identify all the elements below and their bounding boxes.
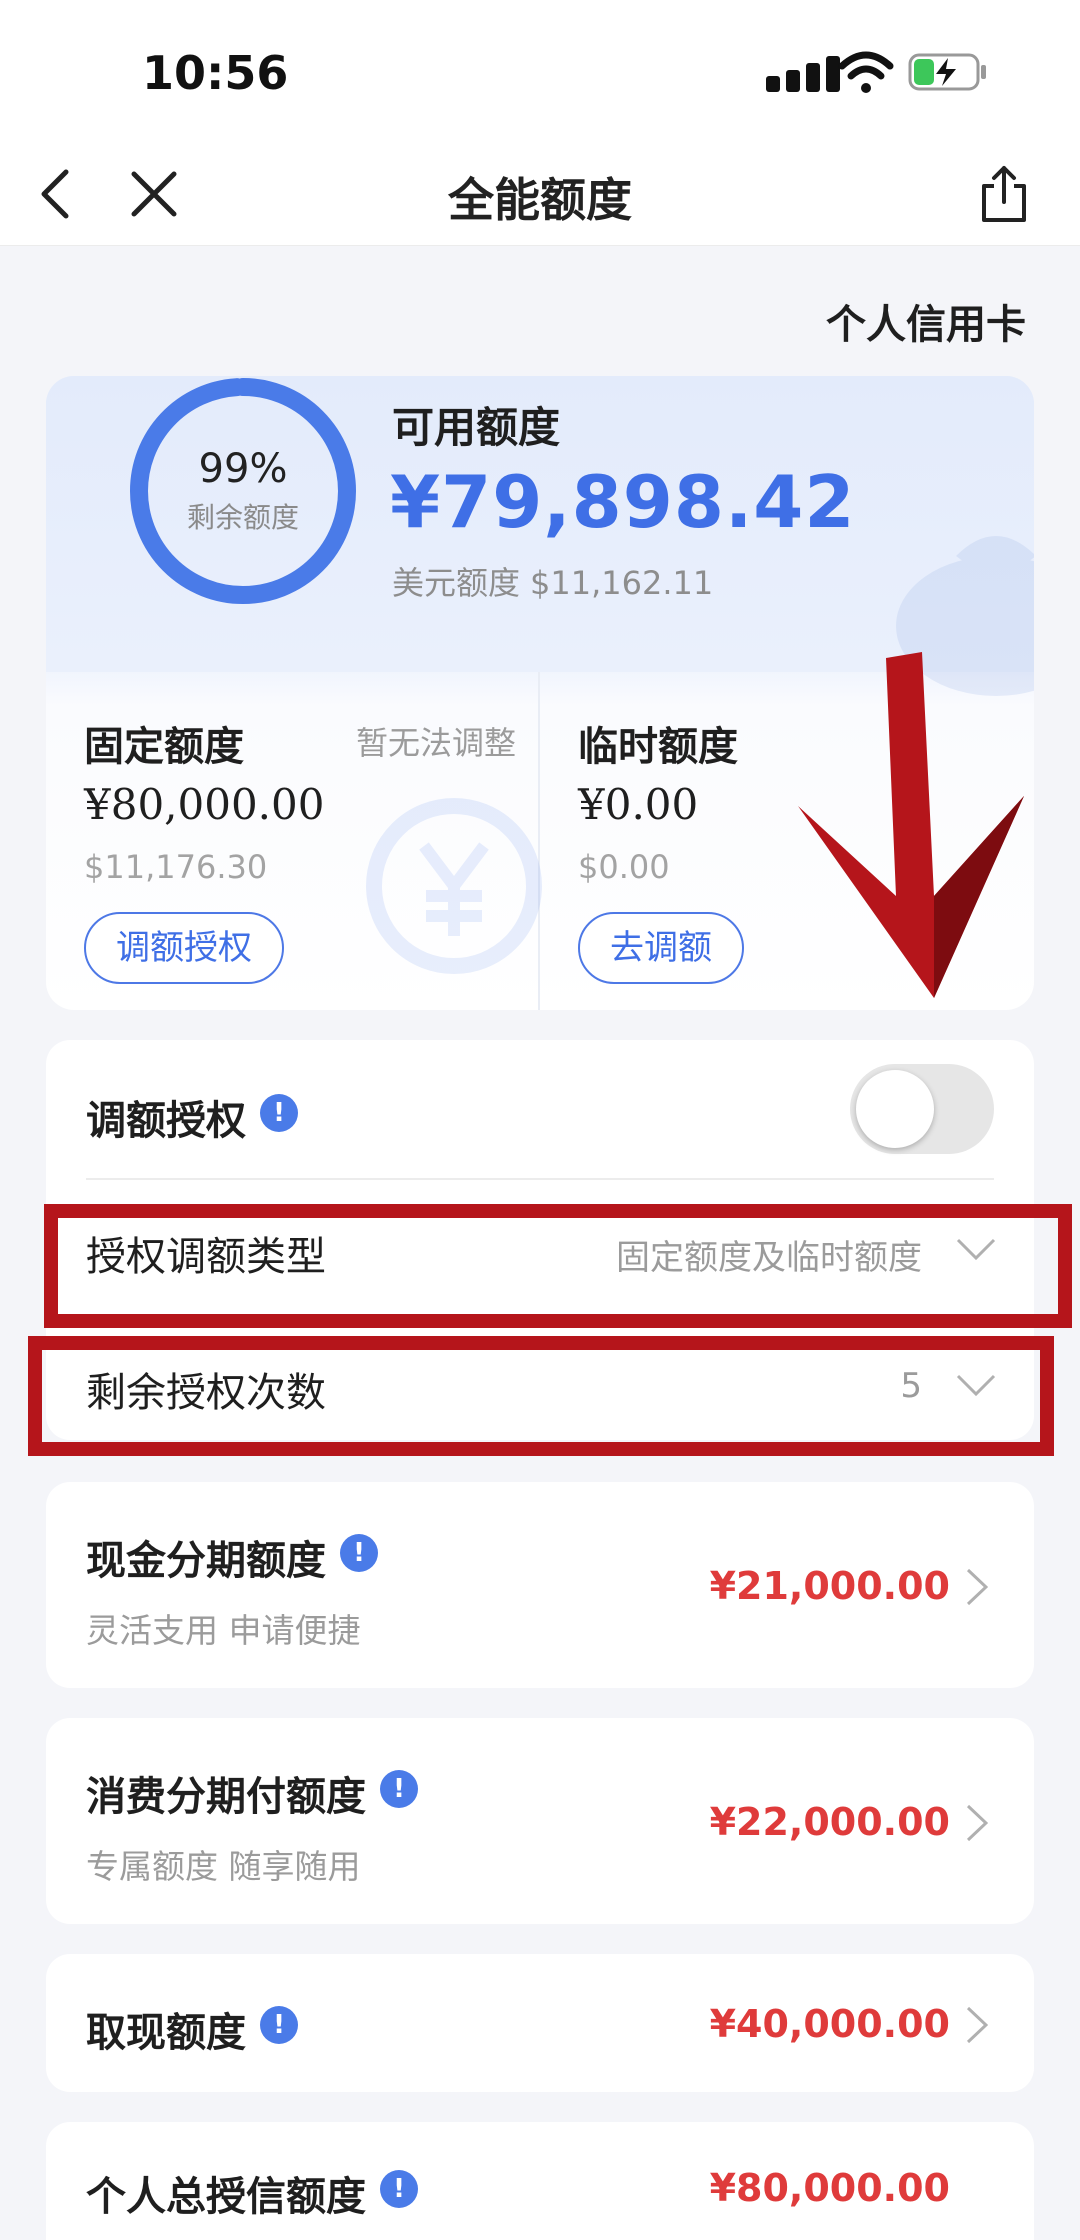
chevron-right-icon[interactable] bbox=[966, 1568, 988, 1606]
battery-icon bbox=[908, 53, 986, 91]
amount-card-value: ¥22,000.00 bbox=[709, 1800, 950, 1844]
go-adjust-button[interactable]: 去调额 bbox=[578, 912, 744, 984]
available-credit-section: 99% 剩余额度 可用额度 ¥79,898.42 美元额度 $11,162.11 bbox=[46, 376, 1034, 696]
yuan-coin-decoration-icon bbox=[366, 798, 542, 974]
toggle-knob bbox=[856, 1070, 934, 1148]
available-credit-amount: ¥79,898.42 bbox=[390, 460, 856, 544]
fixed-credit-cell: 固定额度 暂无法调整 ¥80,000.00 $11,176.30 调额授权 bbox=[46, 672, 542, 1010]
amount-card-subtitle: 专属额度 随享随用 bbox=[86, 1847, 361, 1886]
amount-card-consumer-installment[interactable]: 消费分期付额度 ! 专属额度 随享随用 ¥22,000.00 bbox=[46, 1718, 1034, 1924]
remaining-ring bbox=[128, 376, 358, 610]
temporary-credit-title: 临时额度 bbox=[578, 724, 738, 770]
amount-card-value: ¥80,000.00 bbox=[709, 2166, 950, 2210]
card-type-label[interactable]: 个人信用卡 bbox=[826, 292, 1026, 350]
adjust-authorization-title: 调额授权 bbox=[86, 1098, 246, 1144]
info-icon[interactable]: ! bbox=[260, 2006, 298, 2044]
adjust-authorization-button[interactable]: 调额授权 bbox=[84, 912, 284, 984]
usd-credit-amount: $11,162.11 bbox=[530, 564, 714, 602]
amount-card-title: 消费分期付额度 bbox=[86, 1774, 366, 1820]
info-icon[interactable]: ! bbox=[340, 1534, 378, 1572]
adjust-authorization-toggle[interactable] bbox=[850, 1064, 994, 1154]
amount-card-value: ¥40,000.00 bbox=[709, 2002, 950, 2046]
status-time: 10:56 bbox=[142, 46, 289, 100]
info-icon[interactable]: ! bbox=[380, 2170, 418, 2208]
fixed-credit-usd: $11,176.30 bbox=[84, 848, 268, 886]
amount-card-title: 取现额度 bbox=[86, 2010, 246, 2056]
fixed-credit-amount: ¥80,000.00 bbox=[84, 780, 325, 829]
highlight-box-authorization-type bbox=[44, 1204, 1072, 1328]
usd-credit-label: 美元额度 bbox=[392, 564, 521, 602]
usd-credit-line: 美元额度 $11,162.11 bbox=[392, 558, 723, 604]
remaining-label: 剩余额度 bbox=[186, 501, 299, 534]
amount-card-value: ¥21,000.00 bbox=[709, 1564, 950, 1608]
amount-card-subtitle: 灵活支用 申请便捷 bbox=[86, 1611, 361, 1650]
share-icon[interactable] bbox=[978, 164, 1030, 224]
highlight-box-remaining-count bbox=[28, 1336, 1054, 1456]
available-credit-label: 可用额度 bbox=[392, 403, 561, 452]
page-title: 全能额度 bbox=[448, 173, 632, 227]
fixed-credit-title: 固定额度 bbox=[84, 724, 244, 770]
amount-card-cash-withdrawal[interactable]: 取现额度 ! ¥40,000.00 bbox=[46, 1954, 1034, 2092]
chevron-right-icon[interactable] bbox=[966, 1804, 988, 1842]
temporary-credit-amount: ¥0.00 bbox=[578, 780, 699, 829]
red-annotation-arrow-icon bbox=[798, 652, 1024, 998]
amount-card-cash-installment[interactable]: 现金分期额度 ! 灵活支用 申请便捷 ¥21,000.00 bbox=[46, 1482, 1034, 1688]
nav-bar: 全能额度 bbox=[0, 140, 1080, 246]
chevron-right-icon[interactable] bbox=[966, 2006, 988, 2044]
amount-card-total-credit[interactable]: 个人总授信额度 ! ¥80,000.00 bbox=[46, 2122, 1034, 2240]
wifi-icon bbox=[838, 51, 894, 93]
divider bbox=[86, 1178, 994, 1180]
info-icon[interactable]: ! bbox=[260, 1094, 298, 1132]
temporary-credit-usd: $0.00 bbox=[578, 848, 670, 886]
fixed-credit-note: 暂无法调整 bbox=[355, 724, 516, 762]
status-bar: 10:56 bbox=[0, 0, 1080, 140]
amount-card-title: 个人总授信额度 bbox=[86, 2174, 366, 2220]
remaining-percent: 99% bbox=[198, 446, 288, 492]
info-icon[interactable]: ! bbox=[380, 1770, 418, 1808]
amount-card-title: 现金分期额度 bbox=[86, 1538, 326, 1584]
